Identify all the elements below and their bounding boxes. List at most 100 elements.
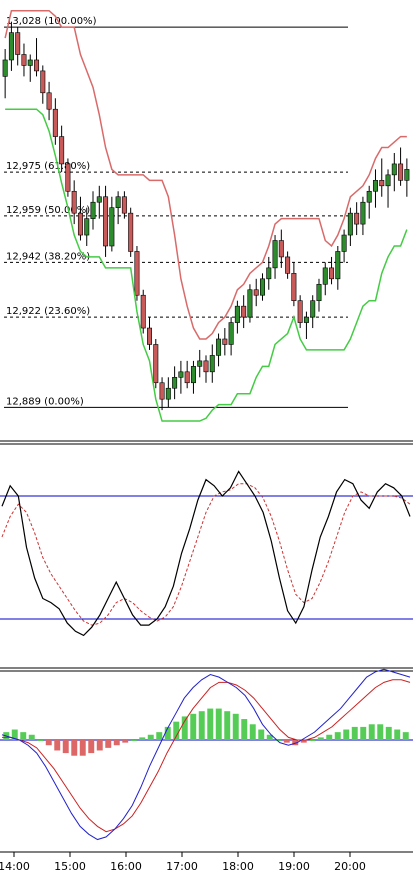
stochastic-panel	[0, 470, 413, 672]
macd-signal-line	[2, 679, 411, 833]
macd-histogram-bar	[368, 724, 375, 740]
fib-label: 12,959 (50.00%)	[6, 205, 90, 216]
macd-histogram-bar	[190, 713, 197, 740]
candle-body	[153, 344, 159, 384]
candle-body	[222, 338, 228, 345]
macd-histogram-bar	[309, 740, 316, 741]
stochastic-d-line	[1, 483, 411, 626]
candle-body	[272, 240, 278, 269]
fib-label: 12,889 (0.00%)	[6, 396, 84, 407]
candle-body	[15, 32, 21, 55]
macd-histogram-bar	[402, 732, 409, 740]
candle-body	[52, 108, 58, 137]
candle-body	[285, 256, 291, 274]
candle-body	[209, 355, 215, 373]
candle-body	[159, 382, 165, 400]
macd-histogram-bar	[360, 726, 367, 740]
candle-body	[253, 289, 259, 296]
candle-body	[147, 327, 153, 345]
time-tick-label: 14:00	[0, 860, 30, 873]
candle-body	[27, 59, 33, 66]
macd-histogram-bar	[147, 734, 154, 740]
resistance-line	[4, 9, 407, 340]
fib-label: 13,028 (100.00%)	[6, 16, 97, 27]
candle-body	[134, 251, 140, 296]
macd-histogram-bar	[88, 740, 95, 754]
candle-body	[46, 92, 52, 110]
macd-histogram-bar	[71, 740, 78, 756]
candle-body	[178, 371, 184, 378]
candle-body	[90, 201, 96, 219]
macd-histogram-bar	[122, 740, 129, 743]
macd-histogram-bar	[394, 729, 401, 740]
macd-panel	[0, 668, 413, 841]
candle-body	[329, 267, 335, 280]
macd-histogram-bar	[62, 740, 69, 754]
macd-histogram-bar	[351, 726, 358, 740]
price-panel: 13,028 (100.00%) 12,975 (61.80%) 12,959 (5…	[0, 9, 413, 445]
macd-histogram-bar	[207, 708, 214, 740]
macd-histogram-bar	[326, 734, 333, 740]
macd-histogram-bar	[181, 716, 188, 740]
time-tick-label: 20:00	[334, 860, 366, 873]
candle-body	[21, 54, 27, 66]
candle-body	[310, 300, 316, 318]
macd-histogram-bar	[113, 740, 120, 746]
candle-body	[140, 294, 146, 329]
candle-body	[322, 267, 328, 285]
time-axis: 14:00 15:00 16:00 17:00 18:00 19:00 20:00	[0, 851, 413, 873]
candle-body	[115, 196, 121, 208]
chart-root: 13,028 (100.00%) 12,975 (61.80%) 12,959 (5…	[0, 0, 413, 883]
candle-body	[303, 316, 309, 323]
macd-histogram-bar	[105, 740, 112, 748]
candle-body	[247, 289, 253, 318]
candle-body	[241, 305, 247, 318]
chart-svg: 13,028 (100.00%) 12,975 (61.80%) 12,959 (5…	[0, 9, 413, 873]
candle-body	[341, 234, 347, 252]
candle-body	[335, 251, 341, 280]
time-tick-label: 15:00	[54, 860, 86, 873]
macd-histogram-bar	[385, 726, 392, 740]
candle-body	[2, 59, 8, 77]
candle-body	[360, 201, 366, 225]
candle-body	[34, 59, 40, 72]
candle-body	[266, 267, 272, 280]
macd-histogram-bar	[377, 724, 384, 740]
candle-body	[354, 212, 360, 225]
candle-body	[165, 387, 171, 400]
macd-histogram-bar	[130, 740, 137, 741]
candle-body	[59, 136, 65, 165]
macd-histogram-bar	[79, 740, 86, 756]
macd-histogram-bar	[232, 713, 239, 740]
macd-histogram-bar	[45, 740, 52, 746]
candle-body	[234, 305, 240, 323]
candle-body	[190, 366, 196, 384]
candle-body	[172, 376, 178, 389]
candle-body	[385, 174, 391, 187]
macd-histogram-bar	[241, 719, 248, 740]
candle-body	[379, 180, 385, 187]
candle-body	[316, 283, 322, 301]
candle-body	[391, 163, 397, 176]
macd-histogram-bar	[317, 737, 324, 740]
fib-label: 12,922 (23.60%)	[6, 306, 90, 317]
macd-line	[1, 668, 411, 841]
candle-body	[109, 207, 115, 247]
macd-histogram-bar	[224, 711, 231, 740]
candle-body	[203, 360, 209, 373]
candle-body	[128, 212, 134, 252]
candle-body	[121, 196, 127, 214]
candle-body	[184, 371, 190, 384]
fib-label: 12,942 (38.20%)	[6, 251, 90, 262]
macd-histogram-bar	[343, 729, 350, 740]
candle-body	[291, 273, 297, 301]
candle-body	[347, 212, 353, 236]
candle-body	[372, 180, 378, 192]
candle-body	[366, 190, 372, 203]
candle-body	[398, 163, 404, 181]
candle-body	[278, 240, 284, 258]
macd-histogram-bar	[139, 737, 146, 740]
macd-histogram-bar	[334, 732, 341, 740]
macd-histogram-bar	[54, 740, 61, 751]
candle-body	[84, 218, 90, 236]
